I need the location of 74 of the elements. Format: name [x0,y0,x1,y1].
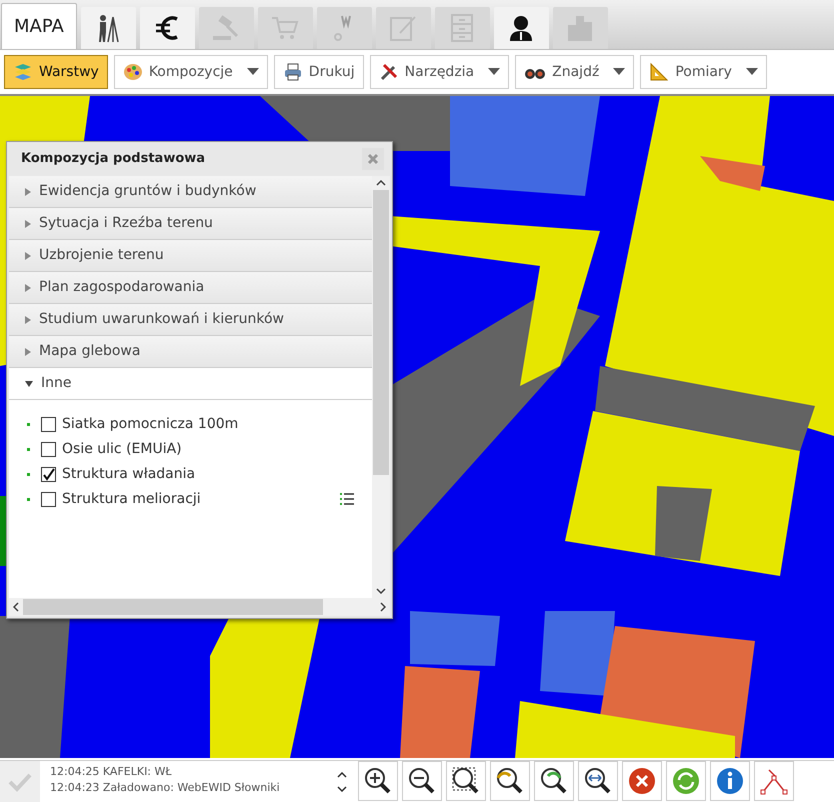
layer-checkbox[interactable] [41,492,56,506]
map-tool-button[interactable] [402,761,442,801]
toolbar-button[interactable]: Drukuj [274,55,364,89]
toolbar-icon [122,62,143,82]
layer-checkbox[interactable] [41,466,56,482]
expand-icon [25,316,31,324]
layer-label[interactable]: Siatka pomocnicza 100m [62,414,238,434]
collapse-icon [25,380,33,386]
horizontal-scrollbar[interactable] [9,598,390,616]
close-icon [627,766,657,796]
tab-icon [450,13,474,43]
toolbar-icon [13,62,33,82]
bullet-icon [27,498,30,500]
toolbar-icon [649,62,670,82]
scroll-up-icon [376,180,386,186]
log-line: 12:04:25 KAFELKI: WŁ [50,765,173,779]
layer-label[interactable]: Struktura władania [62,464,196,484]
zoom-forward-icon [539,766,569,796]
log-line: 12:04:23 Załadowano: WebEWID Słowniki [50,781,281,795]
bullet-icon [27,448,30,450]
section-header[interactable]: Ewidencja gruntów i budynków [9,176,372,208]
panel-title: Kompozycja podstawowa [21,150,206,168]
bullet-icon [27,472,30,476]
scrollbar-thumb[interactable] [373,190,389,475]
expand-icon [25,284,31,292]
scrollbar-thumb[interactable] [23,599,323,615]
refresh-icon [671,766,701,796]
layer-label[interactable]: Struktura melioracji [62,488,201,510]
map-tool-button[interactable] [534,761,574,801]
module-tab[interactable] [80,7,136,49]
map-tool-button[interactable] [490,761,530,801]
toolbar-icon [282,62,303,82]
section-header[interactable]: Sytuacja i Rzeźba terenu [9,208,372,240]
section-header[interactable]: Uzbrojenie terenu [9,240,372,272]
check-icon [8,772,32,792]
close-icon [367,153,379,165]
layer-checkbox[interactable] [41,442,56,456]
dropdown-button[interactable]: Narzędzia [370,55,510,89]
zoom-back-icon [495,766,525,796]
section-header[interactable]: Mapa glebowa [9,336,372,368]
module-tab[interactable] [140,7,195,49]
log-up-icon[interactable] [337,772,347,778]
scroll-down-icon [376,588,386,594]
tab-icon [270,14,300,42]
toolbar-icon [378,62,399,82]
scroll-right-icon [380,602,386,612]
expand-icon [25,348,31,356]
legend-icon[interactable] [340,492,354,506]
tab-icon [508,14,534,42]
bullet-icon [27,422,30,426]
map-tool-button[interactable] [358,761,398,801]
expand-icon [25,252,31,260]
section-header[interactable]: Studium uwarunkowań i kierunków [9,304,372,336]
dropdown-button[interactable]: Znajdź [515,55,634,89]
zoom-in-icon [363,766,393,796]
layer-checkbox[interactable] [41,416,56,432]
expand-icon [25,220,31,228]
toolbar-button[interactable]: Warstwy [4,55,108,89]
expand-icon [25,188,31,196]
zoom-out-icon [407,766,437,796]
section-header[interactable]: Plan zagospodarowania [9,272,372,304]
map-tool-button[interactable] [578,761,618,801]
module-tab[interactable] [494,7,549,49]
layer-label[interactable]: Osie ulic (EMUiA) [62,438,182,460]
info-icon [715,766,745,796]
zoom-extent-icon [583,766,613,796]
zoom-area-icon [451,766,481,796]
map-tab[interactable]: MAPA [1,3,77,49]
log-down-icon[interactable] [337,786,347,792]
scroll-left-icon [13,602,19,612]
dropdown-button[interactable]: Pomiary [640,55,767,89]
vertical-scrollbar[interactable] [372,176,390,598]
map-tool-button[interactable] [446,761,486,801]
dropdown-button[interactable]: Kompozycje [114,55,268,89]
